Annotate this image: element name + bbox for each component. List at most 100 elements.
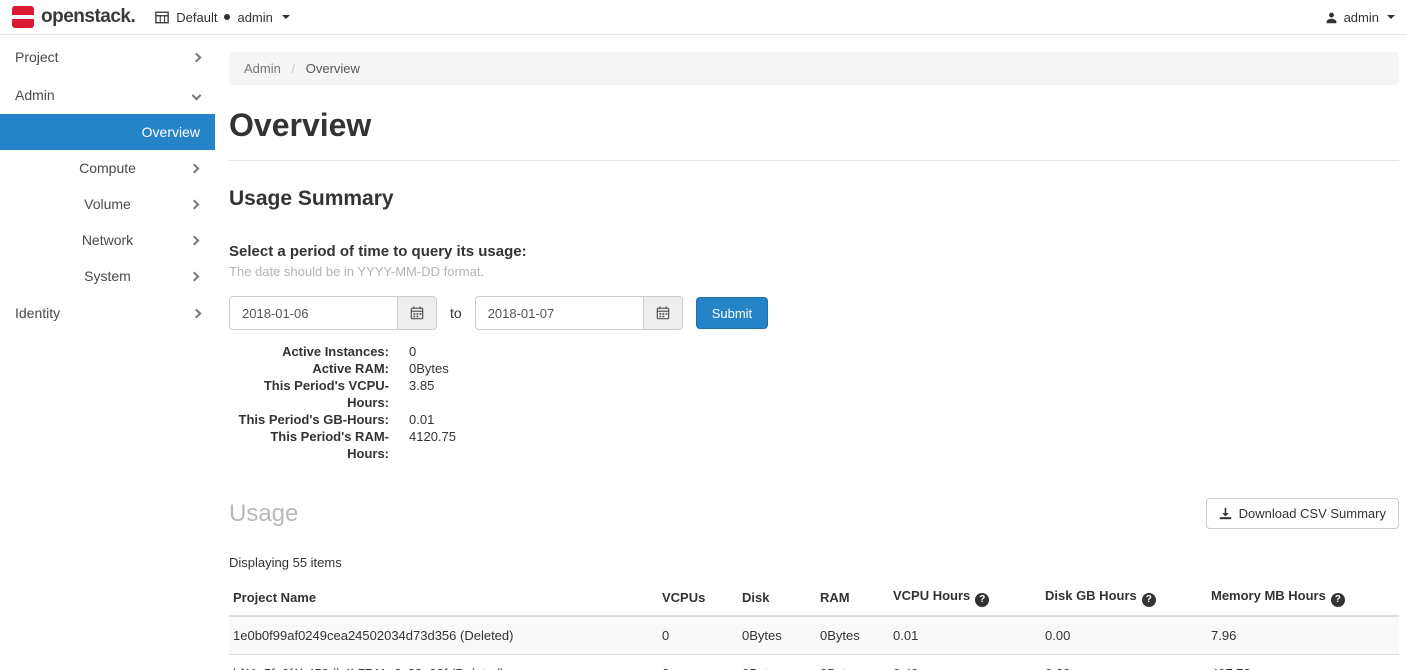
- items-count: Displaying 55 items: [229, 555, 1399, 570]
- value-cell: 497.78: [1203, 654, 1399, 670]
- value-cell: 0Bytes: [734, 654, 812, 670]
- download-csv-label: Download CSV Summary: [1239, 506, 1386, 521]
- value-cell: 7.96: [1203, 616, 1399, 655]
- column-header-label: RAM: [820, 590, 850, 605]
- submit-button[interactable]: Submit: [696, 297, 768, 329]
- divider: [229, 160, 1399, 161]
- usage-table-body: 1e0b0f99af0249cea24502034d73d356 (Delete…: [229, 616, 1399, 670]
- sidebar-item-label: Admin: [15, 87, 55, 103]
- user-menu[interactable]: admin: [1325, 10, 1395, 25]
- sidebar-item-compute[interactable]: Compute: [0, 150, 215, 186]
- value-cell: 0Bytes: [812, 616, 885, 655]
- sidebar-item-label: Project: [15, 49, 59, 65]
- date-to-calendar-button[interactable]: [643, 296, 683, 330]
- period-prompt: Select a period of time to query its usa…: [229, 243, 1399, 260]
- table-row: bf11c5fa0f1b452db4b7741a6c33a92f (Delete…: [229, 654, 1399, 670]
- stat-label: This Period's VCPU-Hours:: [229, 377, 389, 411]
- openstack-logo[interactable]: openstack.: [12, 6, 135, 28]
- domain-icon: [155, 11, 169, 24]
- table-row: 1e0b0f99af0249cea24502034d73d356 (Delete…: [229, 616, 1399, 655]
- sidebar-item-network[interactable]: Network: [0, 222, 215, 258]
- column-header-label: Disk: [742, 590, 769, 605]
- help-icon[interactable]: ?: [975, 593, 989, 607]
- usage-section-header: Usage Download CSV Summary: [229, 498, 1399, 529]
- stat-label: Active Instances:: [229, 343, 389, 360]
- value-cell: 0.00: [1037, 654, 1203, 670]
- chevron-right-icon: [190, 199, 200, 209]
- chevron-right-icon: [190, 163, 200, 173]
- sidebar-item-volume[interactable]: Volume: [0, 186, 215, 222]
- stat-label: This Period's RAM-Hours:: [229, 428, 389, 462]
- stat-value: 3.85: [409, 377, 434, 411]
- project-name-cell: 1e0b0f99af0249cea24502034d73d356 (Delete…: [229, 616, 654, 655]
- stat-row: Active Instances: 0: [229, 343, 1399, 360]
- column-header-label: VCPUs: [662, 590, 705, 605]
- to-label: to: [450, 305, 462, 321]
- date-from-calendar-button[interactable]: [397, 296, 437, 330]
- sidebar-item-system[interactable]: System: [0, 258, 215, 294]
- value-cell: 0.49: [885, 654, 1037, 670]
- column-header-label: VCPU Hours: [893, 588, 970, 603]
- chevron-down-icon: [1387, 15, 1395, 19]
- chevron-right-icon: [190, 271, 200, 281]
- stat-row: This Period's VCPU-Hours: 3.85: [229, 377, 1399, 411]
- date-to-group: [475, 296, 683, 330]
- value-cell: 0: [654, 654, 734, 670]
- project-dot-icon: [224, 14, 230, 20]
- calendar-icon: [410, 306, 424, 320]
- column-header: VCPUs: [654, 580, 734, 616]
- breadcrumb-parent[interactable]: Admin: [244, 61, 281, 76]
- project-name-cell: bf11c5fa0f1b452db4b7741a6c33a92f (Delete…: [229, 654, 654, 670]
- date-format-hint: The date should be in YYYY-MM-DD format.: [229, 264, 1399, 279]
- context-domain-label: Default: [176, 10, 217, 25]
- chevron-down-icon: [192, 90, 202, 100]
- column-header: VCPU Hours?: [885, 580, 1037, 616]
- user-icon: [1325, 11, 1338, 24]
- column-header: Memory MB Hours?: [1203, 580, 1399, 616]
- stat-value: 0: [409, 343, 416, 360]
- usage-heading: Usage: [229, 500, 298, 528]
- date-from-input[interactable]: [229, 296, 398, 330]
- download-csv-button[interactable]: Download CSV Summary: [1206, 498, 1399, 529]
- sidebar-item-admin[interactable]: Admin: [0, 76, 215, 114]
- stat-row: This Period's GB-Hours: 0.01: [229, 411, 1399, 428]
- openstack-logo-icon: [12, 6, 34, 28]
- column-header: Project Name: [229, 580, 654, 616]
- sidebar-item-label: Network: [82, 232, 133, 248]
- value-cell: 0Bytes: [812, 654, 885, 670]
- help-icon[interactable]: ?: [1331, 593, 1345, 607]
- date-from-group: [229, 296, 437, 330]
- help-icon[interactable]: ?: [1142, 593, 1156, 607]
- stat-label: Active RAM:: [229, 360, 389, 377]
- chevron-right-icon: [190, 235, 200, 245]
- sidebar-item-label: Compute: [79, 160, 136, 176]
- value-cell: 0.01: [885, 616, 1037, 655]
- date-to-input[interactable]: [475, 296, 644, 330]
- sidebar-item-overview[interactable]: Overview: [0, 114, 215, 150]
- sidebar-item-label: Overview: [142, 124, 200, 140]
- user-name-label: admin: [1344, 10, 1379, 25]
- sidebar-item-label: Identity: [15, 305, 60, 321]
- breadcrumb-current: Overview: [306, 61, 360, 76]
- stat-label: This Period's GB-Hours:: [229, 411, 389, 428]
- context-project-label: admin: [237, 10, 272, 25]
- sidebar-item-project[interactable]: Project: [0, 38, 215, 76]
- usage-table: Project NameVCPUsDiskRAMVCPU Hours?Disk …: [229, 580, 1399, 670]
- chevron-right-icon: [192, 52, 202, 62]
- download-icon: [1219, 507, 1232, 520]
- breadcrumb: Admin / Overview: [229, 52, 1399, 85]
- openstack-logo-text: openstack.: [41, 6, 135, 28]
- top-navbar: openstack. Default admin admin: [0, 0, 1407, 35]
- column-header-label: Disk GB Hours: [1045, 588, 1137, 603]
- usage-period-form: to Submit: [229, 296, 1399, 330]
- context-switcher[interactable]: Default admin: [155, 10, 290, 25]
- value-cell: 0: [654, 616, 734, 655]
- stat-value: 0.01: [409, 411, 434, 428]
- column-header: Disk GB Hours?: [1037, 580, 1203, 616]
- stat-value: 0Bytes: [409, 360, 449, 377]
- value-cell: 0.00: [1037, 616, 1203, 655]
- sidebar-item-identity[interactable]: Identity: [0, 294, 215, 332]
- chevron-down-icon: [282, 15, 290, 19]
- page-title: Overview: [229, 107, 1399, 144]
- column-header: RAM: [812, 580, 885, 616]
